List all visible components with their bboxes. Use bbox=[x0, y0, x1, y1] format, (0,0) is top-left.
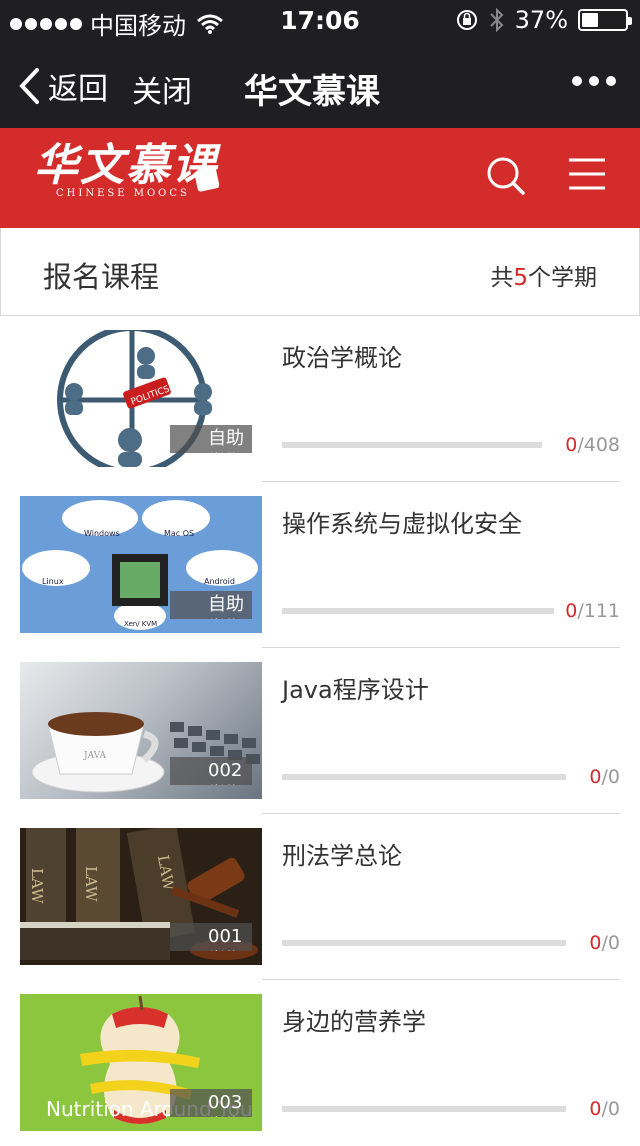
term-badge-more: 学期 bbox=[208, 1115, 244, 1117]
progress-text: 0/408 bbox=[565, 434, 620, 456]
course-item[interactable]: LAW LAW LAW 001学期 刑法学总论 0/0 bbox=[0, 814, 640, 980]
progress-bar bbox=[282, 442, 542, 448]
progress-text: 0/0 bbox=[589, 766, 620, 788]
course-thumbnail: Windows Mac OS Linux Android Xen/ KVM 自助… bbox=[20, 496, 262, 633]
page-title: 华文慕课 bbox=[244, 72, 380, 112]
progress-text: 0/111 bbox=[565, 600, 620, 622]
course-name: 政治学概论 bbox=[282, 344, 402, 372]
progress-done: 0 bbox=[589, 932, 602, 954]
close-button[interactable]: 关闭 bbox=[132, 67, 192, 111]
course-thumbnail: POLITICS 自助学期 bbox=[20, 330, 262, 467]
course-name: 刑法学总论 bbox=[282, 842, 402, 870]
chevron-left-icon bbox=[19, 68, 39, 104]
course-item[interactable]: POLITICS 自助学期 政治学概论 0/408 bbox=[0, 316, 640, 482]
progress-bar bbox=[282, 608, 554, 614]
back-label: 返回 bbox=[48, 72, 108, 107]
progress-total: 0 bbox=[607, 932, 620, 954]
logo[interactable]: 华文慕课 CHINESE MOOCS bbox=[34, 140, 220, 199]
term-badge: 001 学期 bbox=[170, 923, 252, 951]
progress-bar bbox=[282, 774, 566, 780]
term-badge-text: 002 bbox=[208, 760, 243, 781]
course-thumbnail: Nutrition Around You 003学期 bbox=[20, 994, 262, 1131]
law-spine-2: LAW bbox=[82, 866, 100, 902]
progress-bar bbox=[282, 940, 566, 946]
course-thumbnail: JAVA 002 学期 bbox=[20, 662, 262, 799]
nav-bar: 返回 关闭 华文慕课 bbox=[0, 40, 640, 128]
os-label-android: Android bbox=[204, 577, 235, 586]
progress-done: 0 bbox=[589, 766, 602, 788]
battery-percent: 37% bbox=[514, 6, 568, 34]
progress-text: 0/0 bbox=[589, 1098, 620, 1120]
law-spine-1: LAW bbox=[28, 868, 46, 904]
brand-header: 华文慕课 CHINESE MOOCS bbox=[0, 128, 640, 228]
progress-bar bbox=[282, 1106, 566, 1112]
term-badge: 003 学期 bbox=[170, 1089, 252, 1117]
battery-icon bbox=[578, 9, 632, 31]
progress-text: 0/0 bbox=[589, 932, 620, 954]
enrolled-courses-header: 报名课程 共5个学期 bbox=[0, 228, 640, 316]
term-badge-more: 学期 bbox=[208, 783, 244, 785]
term-count-value: 5 bbox=[513, 265, 528, 291]
course-name: 身边的营养学 bbox=[282, 1008, 426, 1036]
term-count-prefix: 共 bbox=[490, 265, 514, 291]
os-label-macos: Mac OS bbox=[164, 529, 194, 538]
progress-total: 111 bbox=[583, 600, 620, 622]
os-label-windows: Windows bbox=[84, 529, 120, 538]
java-cup-label: JAVA bbox=[83, 751, 107, 761]
course-name: Java程序设计 bbox=[282, 676, 429, 704]
os-label-linux: Linux bbox=[42, 577, 64, 586]
term-badge: 自助学期 bbox=[170, 425, 252, 453]
term-badge-more: 学期 bbox=[208, 949, 244, 951]
term-badge-text: 003 bbox=[208, 1092, 243, 1113]
course-item[interactable]: Nutrition Around You 003学期 身边的营养学 0/0 bbox=[0, 980, 640, 1146]
rotation-lock-icon bbox=[456, 10, 477, 30]
menu-icon[interactable] bbox=[568, 157, 606, 191]
term-badge-more: 学期 bbox=[208, 617, 244, 619]
term-badge-text: 自助 bbox=[208, 594, 244, 615]
term-badge-text: 001 bbox=[208, 926, 243, 947]
term-count-suffix: 个学期 bbox=[528, 265, 597, 291]
search-icon[interactable] bbox=[486, 156, 526, 196]
logo-text: 华文慕课 bbox=[34, 140, 218, 191]
term-badge: 自助学期 bbox=[170, 591, 252, 619]
course-name: 操作系统与虚拟化安全 bbox=[282, 510, 522, 538]
status-right: 37% bbox=[455, 6, 632, 34]
progress-total: 0 bbox=[607, 1098, 620, 1120]
course-item[interactable]: JAVA 002 学期 Java程序设计 0/0 bbox=[0, 648, 640, 814]
more-button[interactable] bbox=[572, 76, 616, 86]
term-badge: 002 学期 bbox=[170, 757, 252, 785]
back-button[interactable]: 返回 bbox=[18, 64, 108, 108]
os-label-xen: Xen/ KVM bbox=[124, 620, 157, 628]
term-badge-more: 学期 bbox=[208, 451, 244, 453]
course-item[interactable]: Windows Mac OS Linux Android Xen/ KVM 自助… bbox=[0, 482, 640, 648]
section-title: 报名课程 bbox=[43, 260, 160, 294]
bluetooth-icon bbox=[489, 7, 504, 33]
status-bar: 中国移动 17:06 37% bbox=[0, 0, 640, 40]
progress-total: 408 bbox=[583, 434, 620, 456]
course-thumbnail: LAW LAW LAW 001学期 bbox=[20, 828, 262, 965]
progress-total: 0 bbox=[607, 766, 620, 788]
progress-done: 0 bbox=[565, 600, 578, 622]
progress-done: 0 bbox=[565, 434, 578, 456]
progress-done: 0 bbox=[589, 1098, 602, 1120]
term-count: 共5个学期 bbox=[490, 258, 597, 292]
battery-fill bbox=[582, 13, 598, 27]
term-badge-text: 自助 bbox=[208, 428, 244, 449]
